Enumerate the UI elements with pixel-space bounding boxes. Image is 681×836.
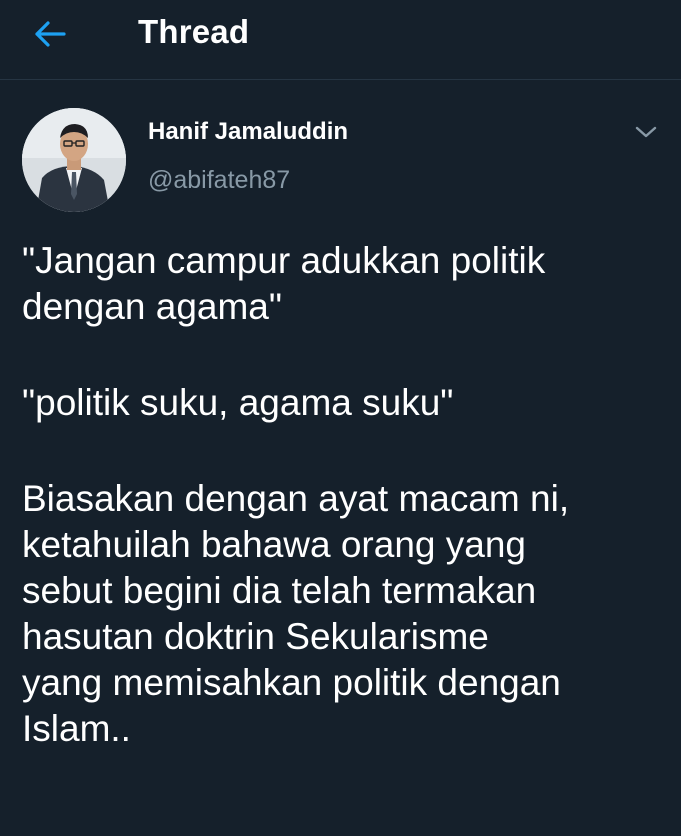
arrow-left-icon [35,21,66,47]
tweet-menu-button[interactable] [632,120,660,144]
thread-screen: Thread Hanif Jamaluddin @abifateh87 "Jan… [0,0,681,836]
tweet-paragraph: "Jangan campur adukkan politik dengan ag… [22,240,546,327]
back-button[interactable] [30,14,70,54]
avatar[interactable] [22,108,126,212]
page-title: Thread [138,13,250,50]
tweet-paragraph: "politik suku, agama suku" [22,382,454,423]
tweet-text: "Jangan campur adukkan politik dengan ag… [22,238,662,752]
author-handle[interactable]: @abifateh87 [148,165,290,195]
avatar-photo [22,108,126,212]
tweet-paragraph: Biasakan dengan ayat macam ni, ketahuila… [22,478,570,749]
top-bar: Thread [0,0,681,80]
chevron-down-icon [635,126,657,138]
author-name[interactable]: Hanif Jamaluddin [148,117,348,147]
